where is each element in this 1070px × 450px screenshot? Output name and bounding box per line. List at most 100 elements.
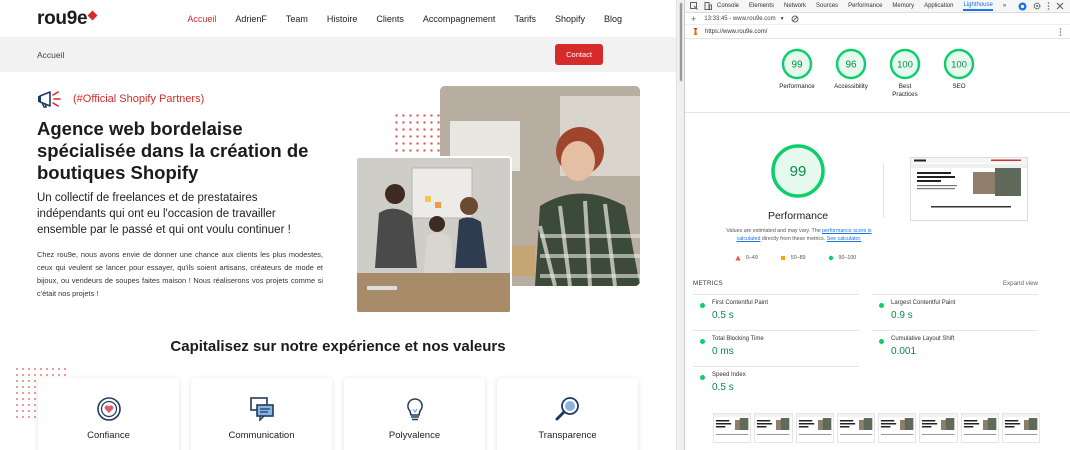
tab-performance[interactable]: Performance xyxy=(848,3,882,9)
filmstrip-preview xyxy=(714,414,751,435)
breadcrumb[interactable]: Accueil xyxy=(37,50,64,60)
report-menu-icon[interactable] xyxy=(1059,27,1062,36)
circle-icon xyxy=(828,255,833,261)
device-toolbar-icon[interactable] xyxy=(703,2,712,11)
nav-accueil[interactable]: Accueil xyxy=(187,14,216,24)
final-screenshot-thumbnail[interactable] xyxy=(910,157,1028,221)
see-calculator-link[interactable]: See calculator. xyxy=(827,236,862,242)
hero-lead: Un collectif de freelances et de prestat… xyxy=(37,192,291,236)
screenshot-preview xyxy=(911,158,1027,220)
contact-button[interactable]: Contact xyxy=(555,44,603,65)
tab-application[interactable]: Application xyxy=(924,3,953,9)
nav-accompagnement[interactable]: Accompagnement xyxy=(423,14,496,24)
filmstrip-frame[interactable] xyxy=(713,413,752,443)
scrollbar-thumb[interactable] xyxy=(679,2,683,82)
team-photo-meeting xyxy=(355,156,512,314)
value-card-confiance[interactable]: Confiance xyxy=(38,378,179,450)
new-report-plus-icon[interactable]: + xyxy=(691,14,696,24)
nav-histoire[interactable]: Histoire xyxy=(327,14,358,24)
tab-sources[interactable]: Sources xyxy=(816,3,838,9)
chevron-down-icon[interactable]: ▼ xyxy=(780,16,785,22)
metric-name: Total Blocking Time xyxy=(712,336,764,342)
tab-network[interactable]: Network xyxy=(784,3,806,9)
tab-lighthouse[interactable]: Lighthouse xyxy=(963,2,993,11)
filmstrip xyxy=(713,413,1040,443)
tab-memory[interactable]: Memory xyxy=(892,3,914,9)
metric-name: Cumulative Layout Shift xyxy=(891,336,955,342)
page-scrollbar[interactable] xyxy=(676,0,684,450)
filmstrip-frame[interactable] xyxy=(878,413,917,443)
filmstrip-preview xyxy=(796,414,833,435)
metric-value: 0 ms xyxy=(712,346,734,357)
lightbulb-icon xyxy=(406,398,423,421)
extension-icon[interactable] xyxy=(1018,2,1027,11)
gauge-accessibility[interactable]: 96 Accessibility xyxy=(831,48,871,99)
legend-fail: 0–49 xyxy=(735,255,758,261)
close-icon[interactable] xyxy=(1056,2,1064,10)
value-card-communication[interactable]: Communication xyxy=(191,378,332,450)
legend-average: 50–89 xyxy=(780,255,806,261)
site-logo[interactable]: rou9e xyxy=(37,8,98,30)
performance-detail: 99 Performance Values are estimated and … xyxy=(693,135,1063,261)
metrics-header: METRICS Expand view xyxy=(693,280,1038,287)
filmstrip-frame[interactable] xyxy=(919,413,958,443)
nav-tarifs[interactable]: Tarifs xyxy=(514,14,536,24)
filmstrip-frame[interactable] xyxy=(1001,413,1040,443)
lighthouse-logo-icon xyxy=(694,28,697,35)
metric-name: Speed Index xyxy=(712,372,746,378)
breadcrumb-bar: Accueil Contact xyxy=(0,37,676,72)
metric-name: Largest Contentful Paint xyxy=(891,300,956,306)
gauge-seo[interactable]: 100 SEO xyxy=(939,48,979,99)
nav-team[interactable]: Team xyxy=(286,14,308,24)
values-cards: Confiance Communication Polyvalence Tran… xyxy=(38,378,638,450)
filmstrip-preview xyxy=(961,414,998,435)
screen: rou9e Accueil AdrienF Team Histoire Clie… xyxy=(0,0,1070,450)
gauge-value: 99 xyxy=(791,60,803,71)
main-nav: Accueil AdrienF Team Histoire Clients Ac… xyxy=(168,14,622,24)
megaphone-icon xyxy=(38,91,61,108)
url-row: https://www.rou9e.com/ xyxy=(685,25,1070,39)
filmstrip-frame[interactable] xyxy=(754,413,793,443)
gauge-label: Best Practices xyxy=(892,83,918,98)
gauge-best-practices[interactable]: 100 Best Practices xyxy=(885,48,925,99)
clear-icon[interactable] xyxy=(791,15,799,23)
pass-dot-icon xyxy=(700,339,705,344)
metric-speed-index: Speed Index 0.5 s xyxy=(693,366,859,402)
tab-console[interactable]: Console xyxy=(717,3,739,9)
tab-elements[interactable]: Elements xyxy=(749,3,774,9)
metric-value: 0.9 s xyxy=(891,310,913,321)
performance-big-gauge: 99 xyxy=(771,144,825,198)
report-selector[interactable]: 13:33:45 - www.rou9e.com xyxy=(704,16,775,22)
filmstrip-frame[interactable] xyxy=(960,413,999,443)
site-header: rou9e Accueil AdrienF Team Histoire Clie… xyxy=(0,0,676,37)
settings-gear-icon[interactable] xyxy=(1033,2,1041,10)
metric-tbt: Total Blocking Time 0 ms xyxy=(693,330,859,366)
filmstrip-preview xyxy=(920,414,957,435)
legend-label: 50–89 xyxy=(790,255,806,261)
triangle-icon xyxy=(735,255,741,261)
kebab-menu-icon[interactable] xyxy=(1047,2,1050,10)
inspect-element-icon[interactable] xyxy=(689,2,698,11)
decorative-dots xyxy=(393,112,441,152)
filmstrip-frame[interactable] xyxy=(795,413,834,443)
filmstrip-preview xyxy=(837,414,874,435)
nav-shopify[interactable]: Shopify xyxy=(555,14,585,24)
hero-body: Chez rou9e, nous avons envie de donner u… xyxy=(37,250,323,298)
value-card-polyvalence[interactable]: Polyvalence xyxy=(344,378,485,450)
filmstrip-preview xyxy=(1002,414,1039,435)
nav-clients[interactable]: Clients xyxy=(376,14,404,24)
hero-heading: Agence web bordelaise spécialisée dans l… xyxy=(37,118,309,183)
gauge-performance[interactable]: 99 Performance xyxy=(777,48,817,99)
nav-blog[interactable]: Blog xyxy=(604,14,622,24)
filmstrip-frame[interactable] xyxy=(836,413,875,443)
gauge-ring: 100 xyxy=(943,48,975,80)
nav-adrienf[interactable]: AdrienF xyxy=(235,14,267,24)
value-card-transparence[interactable]: Transparence xyxy=(497,378,638,450)
more-tabs-chevron[interactable]: » xyxy=(1003,3,1006,9)
audited-url: https://www.rou9e.com/ xyxy=(705,28,768,35)
expand-view-toggle[interactable]: Expand view xyxy=(1003,280,1038,287)
partner-text: (#Official Shopify Partners) xyxy=(73,93,205,105)
value-label: Confiance xyxy=(87,430,130,441)
devtools-panel: Console Elements Network Sources Perform… xyxy=(684,0,1070,450)
chat-icon xyxy=(249,397,274,422)
